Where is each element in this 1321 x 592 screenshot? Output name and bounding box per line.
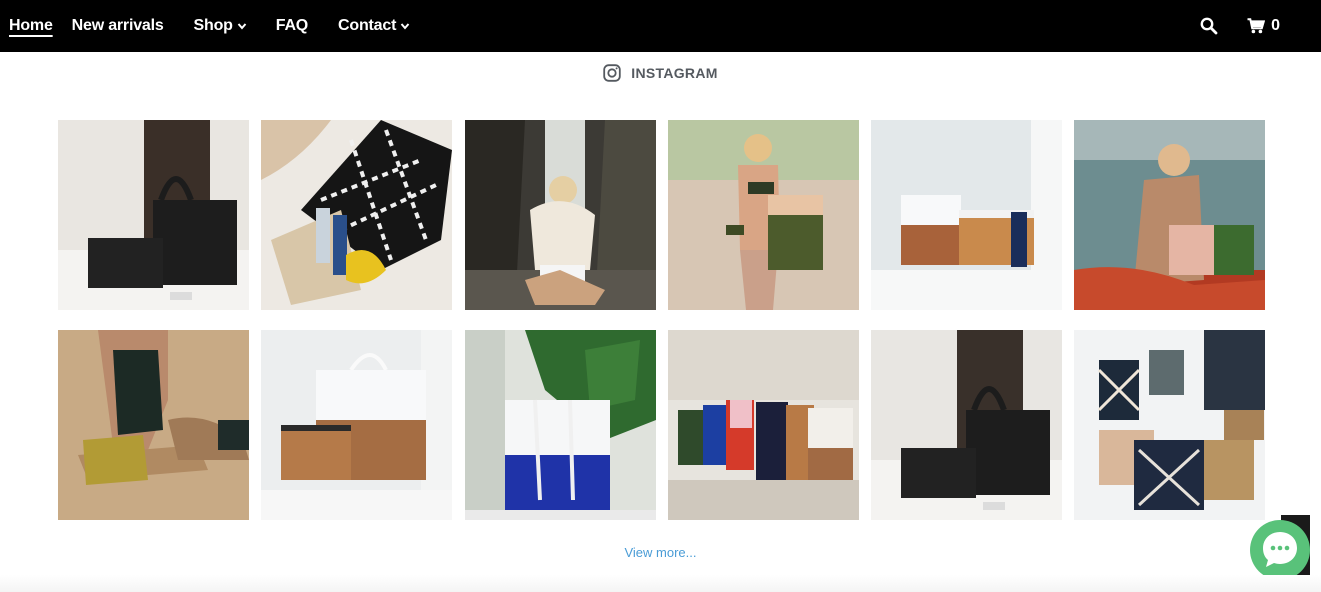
nav-item-new-arrivals[interactable]: New arrivals [72,17,164,35]
post-image [465,120,656,310]
instagram-post[interactable] [261,330,452,520]
instagram-post[interactable] [668,330,859,520]
view-more-link[interactable]: View more... [0,545,1321,560]
instagram-post[interactable] [58,330,249,520]
instagram-heading-text: INSTAGRAM [631,65,718,81]
nav-item-home[interactable]: Home [9,17,53,35]
instagram-post[interactable] [58,120,249,310]
nav-item-label: FAQ [275,17,309,34]
instagram-icon [603,64,621,82]
chat-button[interactable] [1250,520,1310,580]
post-image [871,330,1062,520]
instagram-post[interactable] [668,120,859,310]
instagram-post[interactable] [261,120,452,310]
header-tools: 0 [1200,0,1321,52]
top-navigation-bar: Home New arrivals Shop FAQ Contact 0 [0,0,1321,52]
nav-item-shop[interactable]: Shop [194,17,247,35]
cart-icon [1247,18,1266,34]
instagram-post[interactable] [871,120,1062,310]
page-bottom-fade [0,575,1321,592]
post-image [261,330,452,520]
nav-item-label: New arrivals [71,17,164,34]
chat-icon [1263,532,1297,567]
chevron-down-icon [400,23,410,30]
post-image [261,120,452,310]
post-image [1074,330,1265,520]
instagram-post[interactable] [871,330,1062,520]
post-image [871,120,1062,310]
post-image [465,330,656,520]
cart-button[interactable]: 0 [1247,17,1280,35]
post-image [58,120,249,310]
main-nav: Home New arrivals Shop FAQ Contact [0,0,410,52]
cart-count: 0 [1271,17,1280,34]
post-image [668,120,859,310]
chevron-down-icon [237,23,247,30]
nav-item-label: Shop [193,17,233,34]
nav-item-label: Home [9,17,53,34]
nav-item-faq[interactable]: FAQ [276,17,308,35]
instagram-heading: INSTAGRAM [0,64,1321,82]
instagram-post[interactable] [465,330,656,520]
post-image [668,330,859,520]
search-icon[interactable] [1200,17,1218,35]
instagram-post[interactable] [1074,120,1265,310]
post-image [1074,120,1265,310]
nav-item-contact[interactable]: Contact [338,17,410,35]
instagram-post[interactable] [465,120,656,310]
post-image [58,330,249,520]
instagram-post[interactable] [1074,330,1265,520]
nav-item-label: Contact [338,17,397,34]
